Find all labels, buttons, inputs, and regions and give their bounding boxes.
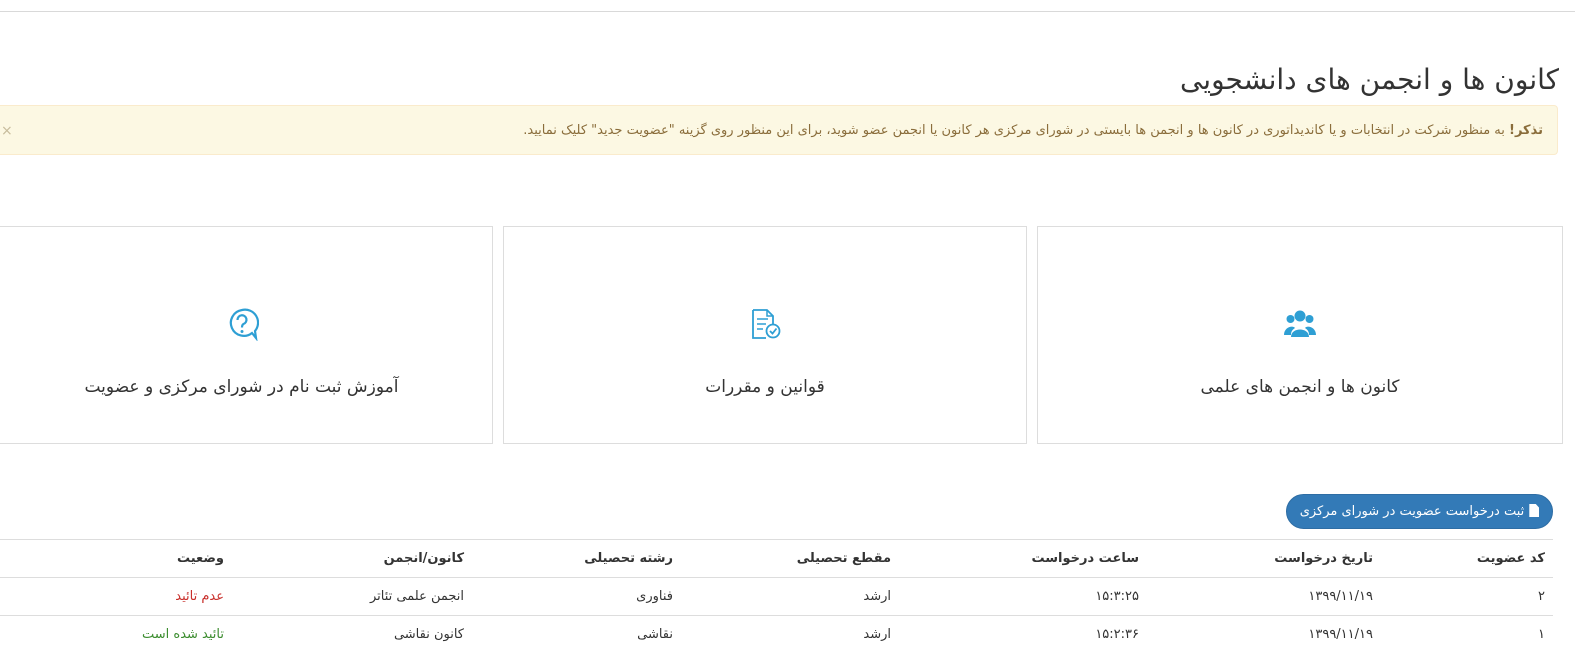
membership-code: ۲ xyxy=(1538,589,1545,604)
card-label: کانون ها و انجمن های علمی xyxy=(1200,377,1400,397)
membership-table: کد عضویت تاریخ درخواست ساعت درخواست مقطع… xyxy=(0,539,1553,653)
page: کانون ها و انجمن های دانشجویی تذکر! به م… xyxy=(0,0,1575,656)
column-header: مقطع تحصیلی xyxy=(796,551,891,566)
degree-level: ارشد xyxy=(863,589,891,604)
users-icon xyxy=(1284,310,1316,337)
alert-text: به منظور شرکت در انتخابات و یا کاندیداتو… xyxy=(523,123,1510,138)
column-header: وضعیت xyxy=(176,551,224,566)
association-name: کانون نقاشی xyxy=(393,627,464,642)
field-of-study: نقاشی xyxy=(637,627,673,642)
membership-code: ۱ xyxy=(1538,627,1545,642)
alert-strong: تذکر! xyxy=(1509,123,1543,138)
status-badge: عدم تائید xyxy=(175,589,224,604)
association-name: انجمن علمی تئاتر xyxy=(369,589,464,604)
table-row: ۲ ۱۳۹۹/۱۱/۱۹ ۱۵:۳:۲۵ ارشد فناوری انجمن ع… xyxy=(0,577,1553,615)
column-header: کد عضویت xyxy=(1476,551,1545,566)
card-registration-tutorial[interactable]: آموزش ثبت نام در شورای مرکزی و عضویت xyxy=(0,226,493,444)
request-time: ۱۵:۲:۳۶ xyxy=(1095,627,1139,642)
document-check-icon xyxy=(752,309,781,339)
card-label: آموزش ثبت نام در شورای مرکزی و عضویت xyxy=(84,377,399,397)
request-time: ۱۵:۳:۲۵ xyxy=(1095,589,1139,604)
question-chat-icon xyxy=(229,308,259,341)
request-date: ۱۳۹۹/۱۱/۱۹ xyxy=(1308,627,1373,642)
register-membership-button[interactable]: ثبت درخواست عضویت در شورای مرکزی xyxy=(1286,494,1553,529)
page-title: کانون ها و انجمن های دانشجویی xyxy=(1179,63,1559,96)
degree-level: ارشد xyxy=(863,627,891,642)
column-header: تاریخ درخواست xyxy=(1274,551,1373,566)
column-header: کانون/انجمن xyxy=(383,551,464,566)
request-date: ۱۳۹۹/۱۱/۱۹ xyxy=(1308,589,1373,604)
close-icon[interactable]: × xyxy=(1,106,13,156)
field-of-study: فناوری xyxy=(636,589,673,604)
reminder-alert: تذکر! به منظور شرکت در انتخابات و یا کان… xyxy=(0,105,1558,155)
status-badge: تائید شده است xyxy=(141,627,224,642)
top-divider xyxy=(0,11,1575,12)
table-row: ۱ ۱۳۹۹/۱۱/۱۹ ۱۵:۲:۳۶ ارشد نقاشی کانون نق… xyxy=(0,615,1553,653)
register-button-label: ثبت درخواست عضویت در شورای مرکزی xyxy=(1299,504,1525,519)
card-rules-regulations[interactable]: قوانین و مقررات xyxy=(503,226,1027,444)
card-label: قوانین و مقررات xyxy=(705,377,825,397)
card-scientific-associations[interactable]: کانون ها و انجمن های علمی xyxy=(1037,226,1563,444)
file-icon xyxy=(1529,504,1540,517)
table-header-row: کد عضویت تاریخ درخواست ساعت درخواست مقطع… xyxy=(0,539,1553,577)
column-header: رشته تحصیلی xyxy=(584,551,673,566)
column-header: ساعت درخواست xyxy=(1031,551,1139,566)
